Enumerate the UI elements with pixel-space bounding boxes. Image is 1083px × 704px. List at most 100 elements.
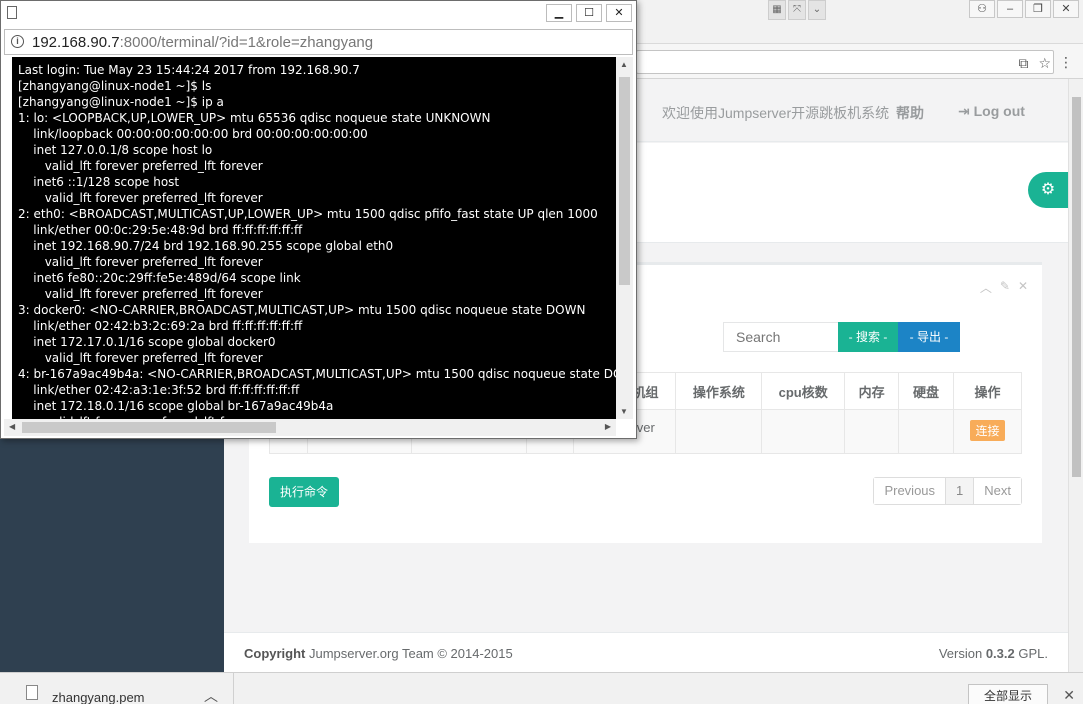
page-footer: Copyright Jumpserver.org Team © 2014-201… [224,632,1068,672]
terminal-line: 4: br-167a9ac49b4a: <NO-CARRIER,BROADCAS… [18,367,616,381]
table-cell [844,409,900,454]
table-header: cpu核数 [761,372,846,410]
welcome-text: 欢迎使用Jumpserver开源跳板机系统 [662,105,890,121]
terminal-line: 1: lo: <LOOPBACK,UP,LOWER_UP> mtu 65536 … [18,111,491,125]
previous-page-button[interactable]: Previous [874,478,946,504]
terminal-vertical-scrollbar[interactable]: ▲ ▼ [616,57,633,419]
execute-command-button[interactable]: 执行命令 [269,477,339,507]
terminal-line: valid_lft forever preferred_lft forever [18,287,263,301]
url-path: :8000/terminal/?id=1&role=zhangyang [119,34,374,51]
popup-url: 192.168.90.7:8000/terminal/?id=1&role=zh… [32,34,373,51]
close-icon[interactable]: ✕ [606,4,632,22]
wrench-icon[interactable]: ✎ [1000,279,1010,296]
popup-window-controls: ▁ ☐ ✕ [546,4,632,22]
terminal-line: valid_lft forever preferred_lft forever [18,191,263,205]
terminal-vertical-thumb[interactable] [619,77,630,285]
terminal-line: valid_lft forever preferred_lft forever [18,255,263,269]
terminal-horizontal-thumb[interactable] [22,422,276,433]
scroll-down-icon[interactable]: ▼ [620,407,628,416]
scroll-up-icon[interactable]: ▲ [620,60,628,69]
address-bar-icons: ⧉ ☆ [1018,55,1051,72]
terminal-line: inet 192.168.90.7/24 brd 192.168.90.255 … [18,239,394,253]
page-icon [7,6,17,19]
terminal-line: inet 127.0.0.1/8 scope host lo [18,143,213,157]
terminal-line: inet6 ::1/128 scope host [18,175,180,189]
settings-gear-icon[interactable]: ⚙ [1028,172,1068,208]
page-scrollbar-thumb[interactable] [1072,97,1081,477]
search-button[interactable]: - 搜索 - [838,322,898,352]
next-page-button[interactable]: Next [973,478,1021,504]
extension-chevron-icon[interactable]: ⌄ [808,0,826,20]
copyright-bold: Copyright [244,646,306,661]
extension-grid-icon[interactable]: ▦ [768,0,786,20]
page-scrollbar[interactable] [1068,79,1083,672]
bookmark-star-icon[interactable]: ☆ [1038,55,1051,72]
popup-blocked-icon[interactable]: ⧉ [1018,55,1028,72]
restore-icon[interactable]: ❐ [1025,0,1051,18]
extension-icons: ▦ ⤧ ⌄ [768,0,826,22]
download-item[interactable]: zhangyang.pem ︿ [0,673,234,704]
browser-window-controls: ⚇ – ❐ ✕ [967,0,1079,20]
terminal-line: link/loopback 00:00:00:00:00:00 brd 00:0… [18,127,368,141]
terminal-output[interactable]: Last login: Tue May 23 15:44:24 2017 fro… [12,57,616,419]
table-header: 内存 [844,372,900,410]
table-cell [675,409,763,454]
version-suffix: GPL. [1014,646,1048,661]
download-filename: zhangyang.pem [52,690,145,704]
terminal-line: inet 172.17.0.1/16 scope global docker0 [18,335,276,349]
scroll-right-icon[interactable]: ▶ [605,422,611,431]
user-icon[interactable]: ⚇ [969,0,995,18]
terminal-horizontal-scrollbar[interactable]: ◀ ▶ [4,419,616,436]
version-prefix: Version [938,646,986,661]
show-all-downloads-button[interactable]: 全部显示 [968,684,1048,704]
terminal-line: inet6 fe80::20c:29ff:fe5e:489d/64 scope … [18,271,301,285]
terminal-line: 3: docker0: <NO-CARRIER,BROADCAST,MULTIC… [18,303,586,317]
terminal-line: valid_lft forever preferred_lft forever [18,351,263,365]
minimize-icon[interactable]: ▁ [546,4,572,22]
logout-link[interactable]: ⇥ Log out [958,103,1025,120]
copyright-text: Copyright Jumpserver.org Team © 2014-201… [244,646,513,661]
file-icon [26,685,38,700]
terminal-line: link/ether 00:0c:29:5e:48:9d brd ff:ff:f… [18,223,303,237]
logout-label: Log out [973,103,1025,119]
close-icon[interactable]: ✕ [1053,0,1079,18]
scroll-left-icon[interactable]: ◀ [9,422,15,431]
info-icon[interactable]: i [11,35,24,48]
copyright-rest: Jumpserver.org Team © 2014-2015 [305,646,513,661]
maximize-icon[interactable]: ☐ [576,4,602,22]
version-text: Version 0.3.2 GPL. [939,646,1048,661]
terminal-line: link/ether 02:42:b3:2c:69:2a brd ff:ff:f… [18,319,303,333]
terminal-line: [zhangyang@linux-node1 ~]$ ip a [18,95,224,109]
table-header: 硬盘 [898,372,954,410]
table-cell [761,409,846,454]
table-cell-action: 连接 [953,409,1022,454]
table-cell [898,409,954,454]
browser-menu-icon[interactable]: ⋮ [1059,54,1073,71]
logout-icon: ⇥ [958,103,974,119]
table-header: 操作系统 [675,372,763,410]
download-bar: zhangyang.pem ︿ 全部显示 ✕ [0,672,1083,704]
export-button[interactable]: - 导出 - [898,322,960,352]
browser-address-bar[interactable] [636,50,1054,74]
url-host: 192.168.90.7 [32,34,120,51]
minimize-icon[interactable]: – [997,0,1023,18]
popup-titlebar: ▁ ☐ ✕ [1,1,636,27]
table-header: 操作 [953,372,1022,410]
help-link[interactable]: 帮助 [896,103,924,123]
close-panel-icon[interactable]: ✕ [1018,279,1028,296]
version-number: 0.3.2 [985,646,1015,661]
search-input[interactable] [723,322,839,352]
terminal-line: valid_lft forever preferred_lft forever [18,159,263,173]
chevron-up-icon[interactable]: ︿ [204,686,218,704]
terminal-line: inet 172.18.0.1/16 scope global br-167a9… [18,399,334,413]
terminal-line: [zhangyang@linux-node1 ~]$ ls [18,79,212,93]
close-download-bar-icon[interactable]: ✕ [1063,687,1075,704]
page-number-button[interactable]: 1 [945,478,974,504]
connect-button[interactable]: 连接 [970,420,1005,441]
panel-tools: ︿ ✎ ✕ [980,279,1028,296]
terminal-line: Last login: Tue May 23 15:44:24 2017 fro… [18,63,360,77]
extension-expand-icon[interactable]: ⤧ [788,0,806,20]
collapse-icon[interactable]: ︿ [980,279,992,296]
terminal-popup-window: ▁ ☐ ✕ i 192.168.90.7:8000/terminal/?id=1… [0,0,637,439]
popup-address-bar[interactable]: i 192.168.90.7:8000/terminal/?id=1&role=… [4,29,633,55]
